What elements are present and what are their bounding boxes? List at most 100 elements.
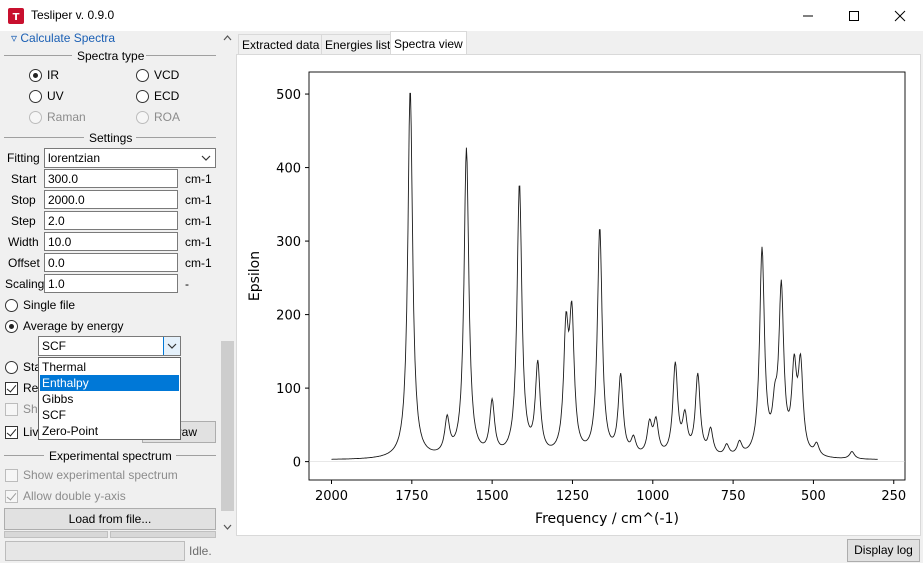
live-preview-label: Liv	[23, 425, 39, 439]
x-tick-label: 500	[801, 489, 826, 504]
x-axis-label: Frequency / cm^(-1)	[535, 511, 679, 527]
start-label: Start	[11, 172, 37, 186]
progress-bar	[5, 541, 185, 561]
spectrum-line	[331, 92, 878, 460]
y-tick-label: 200	[276, 309, 301, 324]
energy-dropdown-list: Thermal Enthalpy Gibbs SCF Zero-Point	[38, 357, 181, 440]
energy-select-arrow[interactable]	[163, 337, 180, 355]
scroll-down-icon[interactable]	[222, 523, 233, 532]
roa-radio[interactable]	[136, 111, 149, 124]
ir-radio[interactable]	[29, 69, 42, 82]
scaling-input[interactable]: 1.0	[44, 274, 178, 293]
x-tick-label: 2000	[315, 489, 348, 504]
energy-select[interactable]: SCF	[38, 336, 181, 356]
x-tick-label: 250	[881, 489, 906, 504]
show-checkbox[interactable]	[5, 403, 18, 416]
divider	[136, 137, 216, 138]
dropdown-option-gibbs[interactable]: Gibbs	[40, 391, 179, 407]
fitting-value: lorentzian	[48, 151, 101, 165]
display-log-button[interactable]: Display log	[847, 539, 920, 562]
x-tick-label: 1000	[636, 489, 669, 504]
stack-radio[interactable]	[5, 361, 18, 374]
divider	[4, 455, 44, 456]
raman-radio[interactable]	[29, 111, 42, 124]
tab-energies-list[interactable]: Energies list	[321, 34, 395, 54]
hidden-button[interactable]	[110, 531, 216, 538]
status-bar: Idle. Display log	[0, 538, 923, 563]
chevron-down-icon	[167, 343, 177, 349]
plot-frame	[308, 71, 906, 481]
maximize-button[interactable]	[831, 0, 877, 31]
width-unit: cm-1	[185, 235, 212, 249]
ecd-radio[interactable]	[136, 90, 149, 103]
allow-double-label: Allow double y-axis	[23, 489, 126, 503]
offset-input[interactable]: 0.0	[44, 253, 178, 272]
svg-text:T: T	[13, 12, 20, 23]
offset-label: Offset	[8, 256, 40, 270]
divider	[4, 137, 84, 138]
allow-double-checkbox[interactable]	[5, 490, 18, 503]
dropdown-option-scf[interactable]: SCF	[40, 407, 179, 423]
x-tick-label: 750	[721, 489, 746, 504]
scaling-label: Scaling	[5, 277, 45, 291]
spectra-type-title: Spectra type	[77, 49, 145, 63]
close-button[interactable]	[877, 0, 923, 31]
close-icon	[894, 10, 906, 21]
vcd-label: VCD	[154, 68, 180, 82]
average-by-energy-radio[interactable]	[5, 320, 18, 333]
ir-label: IR	[47, 68, 59, 82]
scroll-thumb[interactable]	[221, 341, 234, 511]
tab-extracted-data[interactable]: Extracted data	[238, 34, 324, 54]
divider	[146, 55, 216, 56]
dropdown-option-zero-point[interactable]: Zero-Point	[40, 423, 179, 439]
tab-spectra-view[interactable]: Spectra view	[390, 31, 467, 55]
step-unit: cm-1	[185, 214, 212, 228]
minimize-button[interactable]	[785, 0, 831, 31]
scroll-up-icon[interactable]	[222, 33, 233, 42]
dropdown-option-enthalpy[interactable]: Enthalpy	[40, 375, 179, 391]
reverse-checkbox[interactable]	[5, 382, 18, 395]
width-input[interactable]: 10.0	[44, 232, 178, 251]
calculate-spectra-toggle[interactable]: ▿ Calculate Spectra	[11, 31, 115, 45]
start-input[interactable]: 300.0	[44, 169, 178, 188]
step-label: Step	[11, 214, 36, 228]
uv-radio[interactable]	[29, 90, 42, 103]
window-title: Tesliper v. 0.9.0	[31, 8, 115, 22]
controls-panel: ▿ Calculate Spectra Spectra type IR VCD …	[0, 31, 236, 538]
step-input[interactable]: 2.0	[44, 211, 178, 230]
energy-value: SCF	[42, 339, 66, 353]
x-tick-label: 1750	[395, 489, 428, 504]
ecd-label: ECD	[154, 89, 180, 103]
y-tick-label: 0	[293, 456, 301, 471]
title-bar: T Tesliper v. 0.9.0	[0, 0, 923, 31]
show-experimental-label: Show experimental spectrum	[23, 468, 178, 482]
stop-label: Stop	[11, 193, 36, 207]
divider	[4, 55, 72, 56]
experimental-title: Experimental spectrum	[49, 449, 172, 463]
single-file-radio[interactable]	[5, 299, 18, 312]
chevron-down-icon	[201, 155, 211, 161]
dropdown-option-thermal[interactable]: Thermal	[40, 359, 179, 375]
load-from-file-button[interactable]: Load from file...	[4, 508, 216, 530]
vcd-radio[interactable]	[136, 69, 149, 82]
y-axis-label: Epsilon	[247, 251, 263, 301]
app-icon: T	[8, 8, 24, 24]
y-tick-label: 100	[276, 382, 301, 397]
width-label: Width	[8, 235, 39, 249]
reverse-label: Re	[23, 381, 39, 395]
stop-input[interactable]: 2000.0	[44, 190, 178, 209]
status-text: Idle.	[189, 544, 212, 558]
minimize-icon	[803, 15, 813, 16]
settings-title: Settings	[89, 131, 133, 145]
y-tick-label: 500	[276, 88, 301, 103]
hidden-button[interactable]	[4, 531, 108, 538]
uv-label: UV	[47, 89, 64, 103]
fitting-label: Fitting	[7, 151, 40, 165]
roa-label: ROA	[154, 110, 181, 124]
spectra-view-panel: 2000 1750 1500 1250 1000 750 500 250 0 100 200 300 4…	[236, 54, 921, 536]
fitting-select[interactable]: lorentzian	[44, 148, 216, 168]
show-experimental-checkbox[interactable]	[5, 469, 18, 482]
y-tick-label: 300	[276, 235, 301, 250]
offset-unit: cm-1	[185, 256, 212, 270]
live-preview-checkbox[interactable]	[5, 426, 18, 439]
